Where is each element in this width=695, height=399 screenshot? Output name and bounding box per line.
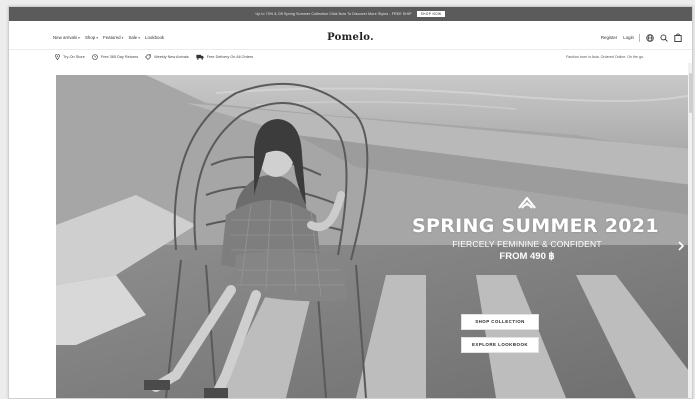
divider — [639, 33, 640, 42]
hero-title: SPRING SUMMER 2021 — [412, 215, 659, 237]
register-link[interactable]: Register — [601, 35, 617, 40]
usp-item[interactable]: Free 365 Day Returns — [92, 54, 138, 60]
next-slide-arrow[interactable] — [678, 241, 685, 253]
usp-label: Weekly New Arrivals — [154, 55, 189, 59]
shopping-bag-icon[interactable] — [674, 33, 682, 42]
pomelo-logo[interactable]: Pomelo. — [9, 32, 692, 43]
truck-icon — [196, 54, 204, 60]
promo-shop-button[interactable]: SHOP NOW — [416, 11, 446, 17]
promo-text: Up to 70% & Off Spring Summer Collection… — [255, 12, 412, 16]
hero-banner[interactable]: SPRING SUMMER 2021 FIERCELY FEMININE & C… — [56, 75, 692, 398]
hero-subtitle: FIERCELY FEMININE & CONFIDENT — [452, 239, 602, 249]
website-frame: Up to 70% & Off Spring Summer Collection… — [8, 6, 693, 399]
shop-collection-button[interactable]: SHOP COLLECTION — [461, 314, 539, 330]
location-pin-icon — [55, 54, 60, 60]
usp-label: Free 365 Day Returns — [100, 55, 139, 59]
scrollbar-thumb[interactable] — [688, 73, 692, 113]
tagline-text: Fashion born in Asia. Ordered Online. On… — [566, 55, 644, 59]
usp-label: Free Delivery On All Orders — [206, 55, 254, 59]
globe-icon[interactable] — [646, 33, 654, 42]
usp-item[interactable]: Free Delivery On All Orders — [196, 54, 253, 60]
browser-page: Up to 70% & Off Spring Summer Collection… — [0, 0, 695, 399]
chevron-right-icon — [678, 241, 685, 251]
account-links: Register Login — [601, 35, 634, 40]
usp-bar: Try-On Store Free 365 Day Returns Weekly… — [9, 49, 692, 64]
hero-text-block: SPRING SUMMER 2021 FIERCELY FEMININE & C… — [412, 195, 659, 262]
main-navbar: New arrivals▾ Shop▾ Featured▾ Sale▾ Look… — [9, 27, 692, 49]
search-icon[interactable] — [660, 33, 668, 42]
explore-lookbook-button[interactable]: EXPLORE LOOKBOOK — [461, 337, 539, 353]
hero-price: FROM 490 ฿ — [499, 251, 555, 262]
login-link[interactable]: Login — [623, 35, 634, 40]
clock-icon — [92, 54, 98, 60]
header-icons — [639, 33, 682, 42]
pomelo-emblem-icon — [518, 196, 536, 209]
usp-list: Try-On Store Free 365 Day Returns Weekly… — [55, 54, 253, 60]
usp-item[interactable]: Weekly New Arrivals — [145, 54, 189, 60]
scrollbar[interactable] — [688, 63, 692, 398]
usp-label: Try-On Store — [63, 55, 85, 59]
promo-bar: Up to 70% & Off Spring Summer Collection… — [9, 7, 692, 21]
tag-icon — [145, 54, 151, 60]
usp-item[interactable]: Try-On Store — [55, 54, 85, 60]
